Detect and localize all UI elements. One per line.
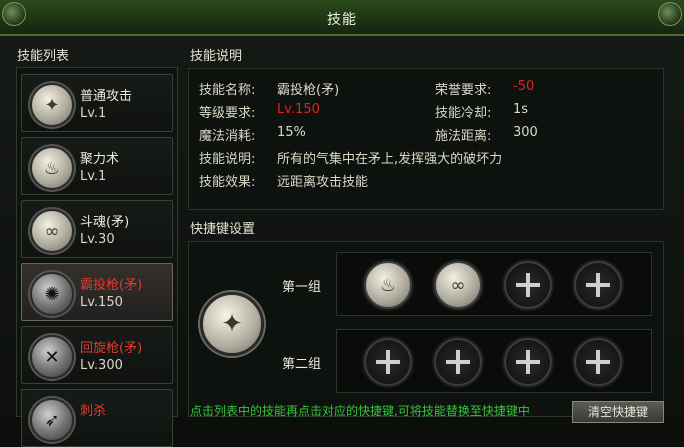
- thrust-icon: ➶: [30, 398, 74, 442]
- honor-value: -50: [513, 79, 535, 94]
- corner-ornament-right: [658, 2, 682, 26]
- burst-icon: ✺: [30, 272, 74, 316]
- group2-label: 第二组: [282, 357, 322, 372]
- name-value: 霸投枪(矛): [277, 83, 340, 98]
- skill-item[interactable]: ∞ 斗魂(矛) Lv.30: [21, 200, 173, 258]
- group1-row: ♨ ∞: [336, 252, 652, 316]
- window-title: 技能: [327, 12, 357, 28]
- cooldown-label: 技能冷却:: [435, 106, 492, 121]
- shortcut-slot-1-2[interactable]: ∞: [434, 261, 482, 309]
- selected-skill-slot[interactable]: ✦: [200, 292, 264, 356]
- mana-label: 魔法消耗:: [199, 129, 256, 144]
- spiral-icon: ∞: [450, 274, 466, 296]
- name-label: 技能名称:: [199, 83, 256, 98]
- shortcut-slot-2-2[interactable]: [434, 338, 482, 386]
- level-label: 等级要求:: [199, 106, 256, 121]
- range-label: 施法距离:: [435, 129, 492, 144]
- skill-name: 霸投枪(矛): [80, 278, 143, 293]
- skill-level: Lv.1: [80, 106, 107, 121]
- shortcut-slot-1-4[interactable]: [574, 261, 622, 309]
- skill-level: Lv.300: [80, 358, 123, 373]
- spiral-icon: ∞: [30, 209, 74, 253]
- honor-label: 荣誉要求:: [435, 83, 492, 98]
- skill-list: ✦ 普通攻击 Lv.1 ♨ 聚力术 Lv.1 ∞ 斗魂(矛) Lv.30 ✺ 霸…: [16, 67, 178, 447]
- desc-label: 技能说明:: [199, 152, 256, 167]
- skill-window: 技能 技能列表 ✦ 普通攻击 Lv.1 ♨ 聚力术 Lv.1 ∞ 斗魂(矛) L…: [0, 0, 684, 447]
- flame-icon: ♨: [30, 146, 74, 190]
- shortcut-hint: 点击列表中的技能再点击对应的快捷键,可将技能替换至快捷键中: [190, 404, 530, 418]
- skill-item[interactable]: ➶ 刺杀: [21, 389, 173, 447]
- skill-name: 斗魂(矛): [80, 215, 130, 230]
- group1-label: 第一组: [282, 280, 322, 295]
- flame-icon: ♨: [379, 274, 397, 296]
- level-value: Lv.150: [277, 102, 320, 117]
- clear-shortcuts-button[interactable]: 清空快捷键: [572, 401, 664, 423]
- shortcut-slot-1-1[interactable]: ♨: [364, 261, 412, 309]
- skill-level: Lv.150: [80, 295, 123, 310]
- skill-name: 回旋枪(矛): [80, 341, 143, 356]
- sword-icon: ✦: [221, 309, 243, 339]
- cooldown-value: 1s: [513, 102, 529, 117]
- skill-name: 普通攻击: [80, 89, 133, 104]
- group2-row: [336, 329, 652, 393]
- effect-label: 技能效果:: [199, 175, 256, 190]
- shortcut-slot-1-3[interactable]: [504, 261, 552, 309]
- skill-item[interactable]: ✦ 普通攻击 Lv.1: [21, 74, 173, 132]
- shortcut-slot-2-3[interactable]: [504, 338, 552, 386]
- title-bar[interactable]: 技能: [0, 0, 684, 36]
- skill-desc-title: 技能说明: [190, 49, 243, 64]
- range-value: 300: [513, 125, 538, 140]
- skill-item-selected[interactable]: ✺ 霸投枪(矛) Lv.150: [21, 263, 173, 321]
- effect-value: 远距离攻击技能: [277, 175, 369, 190]
- skill-item[interactable]: ✕ 回旋枪(矛) Lv.300: [21, 326, 173, 384]
- shortcut-slot-2-4[interactable]: [574, 338, 622, 386]
- skill-name: 刺杀: [80, 404, 107, 419]
- skill-description-panel: 技能名称: 霸投枪(矛) 荣誉要求: -50 等级要求: Lv.150 技能冷却…: [188, 68, 664, 210]
- desc-value: 所有的气集中在矛上,发挥强大的破坏力: [277, 152, 503, 167]
- sword-icon: ✦: [30, 83, 74, 127]
- shortcut-slot-2-1[interactable]: [364, 338, 412, 386]
- mana-value: 15%: [277, 125, 306, 140]
- cross-spear-icon: ✕: [30, 335, 74, 379]
- skill-list-title: 技能列表: [17, 49, 70, 64]
- skill-name: 聚力术: [80, 152, 120, 167]
- skill-level: Lv.1: [80, 169, 107, 184]
- skill-level: Lv.30: [80, 232, 115, 247]
- shortcut-title: 快捷键设置: [190, 222, 256, 237]
- skill-item[interactable]: ♨ 聚力术 Lv.1: [21, 137, 173, 195]
